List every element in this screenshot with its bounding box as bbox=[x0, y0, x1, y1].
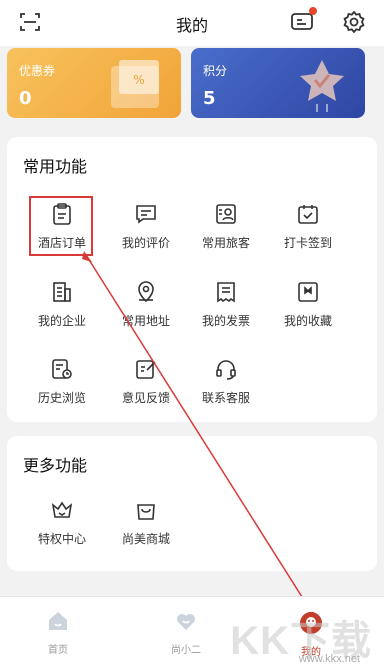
home-icon bbox=[49, 612, 67, 630]
tab-label: 首页 bbox=[48, 645, 68, 656]
tab-assistant[interactable]: 尚小二 bbox=[146, 609, 226, 656]
watermark-url: www.kkx.net bbox=[298, 653, 360, 665]
tab-home[interactable]: 首页 bbox=[18, 609, 98, 656]
annotation-arrow bbox=[82, 251, 310, 609]
tab-label: 尚小二 bbox=[171, 645, 201, 656]
heart-icon bbox=[177, 614, 195, 630]
